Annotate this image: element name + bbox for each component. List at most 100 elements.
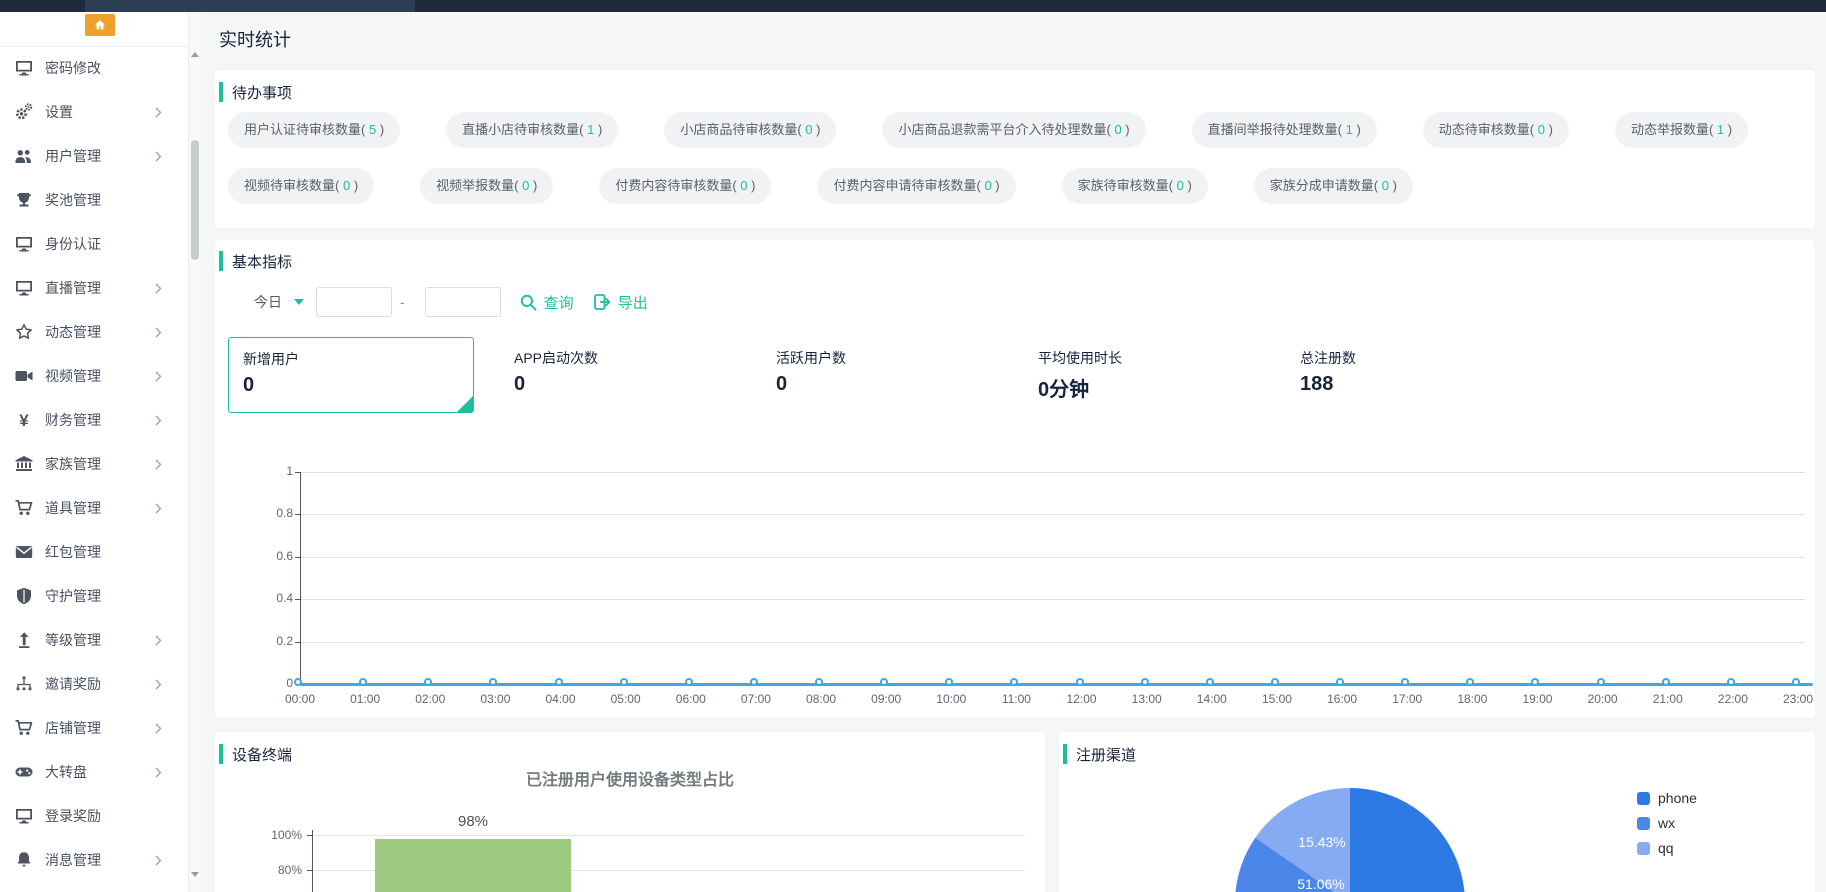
home-button[interactable] — [85, 14, 115, 36]
sidebar-item-0[interactable]: 密码修改 — [0, 46, 188, 90]
todo-pill[interactable]: 小店商品退款需平台介入待处理数量( 0 ) — [882, 112, 1145, 148]
sidebar-item-4[interactable]: 身份认证 — [0, 222, 188, 266]
bar-data-label: 98% — [375, 813, 571, 830]
paren-open: ( — [1374, 178, 1382, 193]
y-axis-label: 0 — [233, 676, 293, 690]
chevron-right-icon — [155, 442, 162, 486]
top-bar — [0, 0, 1826, 12]
paren-open: ( — [1169, 178, 1177, 193]
todo-pill-label: 付费内容申请待审核数量 — [833, 178, 976, 193]
desktop-icon — [14, 58, 34, 78]
shield-icon — [14, 586, 34, 606]
todo-pill-label: 小店商品退款需平台介入待处理数量 — [898, 122, 1106, 137]
x-axis-label: 18:00 — [1446, 692, 1498, 706]
sidebar-divider — [0, 46, 201, 47]
chevron-right-icon — [155, 662, 162, 706]
sidebar-item-3[interactable]: 奖池管理 — [0, 178, 188, 222]
todo-pill[interactable]: 家族分成申请数量( 0 ) — [1254, 168, 1413, 204]
todo-pill-count: 0 — [1382, 178, 1389, 193]
todo-pill[interactable]: 动态待审核数量( 0 ) — [1423, 112, 1569, 148]
y-axis-label: 0.8 — [233, 506, 293, 520]
todo-pill[interactable]: 用户认证待审核数量( 5 ) — [228, 112, 400, 148]
gridline — [312, 835, 1025, 836]
paren-open: ( — [514, 178, 522, 193]
scrollbar-thumb[interactable] — [191, 140, 199, 260]
y-axis-label: 0.4 — [233, 591, 293, 605]
main-content: 实时统计 待办事项 用户认证待审核数量( 5 )直播小店待审核数量( 1 )小店… — [201, 12, 1826, 892]
sidebar-item-18[interactable]: 消息管理 — [0, 838, 188, 882]
x-axis-label: 19:00 — [1511, 692, 1563, 706]
sidebar-item-13[interactable]: 等级管理 — [0, 618, 188, 662]
x-axis-label: 14:00 — [1186, 692, 1238, 706]
chevron-right-icon — [155, 134, 162, 178]
x-axis-label: 08:00 — [795, 692, 847, 706]
todo-pill-label: 家族待审核数量 — [1078, 178, 1169, 193]
x-axis-label: 16:00 — [1316, 692, 1368, 706]
paren-close: ) — [1184, 178, 1192, 193]
yen-icon: ¥ — [14, 410, 34, 430]
data-point-marker — [1727, 678, 1735, 686]
level-up-icon — [14, 630, 34, 650]
data-point-marker — [750, 678, 758, 686]
sidebar-item-1[interactable]: 设置 — [0, 90, 188, 134]
chevron-right-icon — [155, 90, 162, 134]
channel-section-header: 注册渠道 — [1063, 743, 1136, 765]
sidebar-item-6[interactable]: 动态管理 — [0, 310, 188, 354]
scrollbar-up-arrow[interactable] — [191, 52, 199, 57]
bar-y-axis-label: 80% — [252, 863, 302, 877]
sidebar-item-11[interactable]: 红包管理 — [0, 530, 188, 574]
x-axis-label: 11:00 — [990, 692, 1042, 706]
todo-pill-count: 0 — [740, 178, 747, 193]
sidebar-item-10[interactable]: 道具管理 — [0, 486, 188, 530]
channel-card: 注册渠道 15.43% 51.06% phonewxqq — [1059, 732, 1815, 892]
x-axis-label: 00:00 — [274, 692, 326, 706]
bank-icon — [14, 454, 34, 474]
todo-pill[interactable]: 付费内容申请待审核数量( 0 ) — [817, 168, 1015, 204]
sidebar-item-label: 身份认证 — [45, 234, 101, 254]
todo-pill[interactable]: 视频待审核数量( 0 ) — [228, 168, 374, 204]
sidebar-item-14[interactable]: 邀请奖励 — [0, 662, 188, 706]
gamepad-icon — [14, 762, 34, 782]
todo-pill[interactable]: 小店商品待审核数量( 0 ) — [664, 112, 836, 148]
todo-pill[interactable]: 直播间举报待处理数量( 1 ) — [1192, 112, 1377, 148]
sidebar-item-label: 店铺管理 — [45, 718, 101, 738]
legend-item-phone[interactable]: phone — [1637, 790, 1697, 806]
sidebar-menu: 密码修改设置用户管理奖池管理身份认证直播管理动态管理视频管理¥财务管理家族管理道… — [0, 46, 188, 882]
sidebar-item-5[interactable]: 直播管理 — [0, 266, 188, 310]
sidebar-item-7[interactable]: 视频管理 — [0, 354, 188, 398]
legend-item-wx[interactable]: wx — [1637, 815, 1697, 831]
sidebar-item-8[interactable]: ¥财务管理 — [0, 398, 188, 442]
sidebar: 密码修改设置用户管理奖池管理身份认证直播管理动态管理视频管理¥财务管理家族管理道… — [0, 12, 188, 892]
x-axis-label: 13:00 — [1121, 692, 1173, 706]
y-axis — [300, 472, 301, 685]
legend-swatch — [1637, 817, 1650, 830]
sidebar-item-15[interactable]: 店铺管理 — [0, 706, 188, 750]
x-axis-label: 23:00 — [1772, 692, 1824, 706]
sidebar-scrollbar[interactable] — [188, 12, 201, 892]
todo-pill[interactable]: 家族待审核数量( 0 ) — [1062, 168, 1208, 204]
scrollbar-down-arrow[interactable] — [191, 872, 199, 877]
trophy-icon — [14, 190, 34, 210]
paren-close: ) — [376, 122, 384, 137]
sidebar-item-16[interactable]: 大转盘 — [0, 750, 188, 794]
x-axis-label: 12:00 — [1056, 692, 1108, 706]
line-chart: 10.80.60.40.2000:0001:0002:0003:0004:000… — [215, 240, 1815, 718]
todo-pill-count: 0 — [805, 122, 812, 137]
sidebar-item-12[interactable]: 守护管理 — [0, 574, 188, 618]
bar-y-axis — [312, 830, 313, 892]
bar-chart-title: 已注册用户使用设备类型占比 — [215, 766, 1045, 790]
paren-open: ( — [335, 178, 343, 193]
todo-pill[interactable]: 视频举报数量( 0 ) — [420, 168, 553, 204]
sidebar-item-label: 设置 — [45, 102, 73, 122]
todo-pill[interactable]: 直播小店待审核数量( 1 ) — [446, 112, 618, 148]
todo-pill[interactable]: 动态举报数量( 1 ) — [1615, 112, 1748, 148]
legend-item-qq[interactable]: qq — [1637, 840, 1697, 856]
users-icon — [14, 146, 34, 166]
sidebar-item-9[interactable]: 家族管理 — [0, 442, 188, 486]
legend-swatch — [1637, 792, 1650, 805]
sidebar-item-2[interactable]: 用户管理 — [0, 134, 188, 178]
paren-close: ) — [748, 178, 756, 193]
sidebar-item-17[interactable]: 登录奖励 — [0, 794, 188, 838]
todo-pill-count: 0 — [1177, 178, 1184, 193]
todo-pill[interactable]: 付费内容待审核数量( 0 ) — [599, 168, 771, 204]
